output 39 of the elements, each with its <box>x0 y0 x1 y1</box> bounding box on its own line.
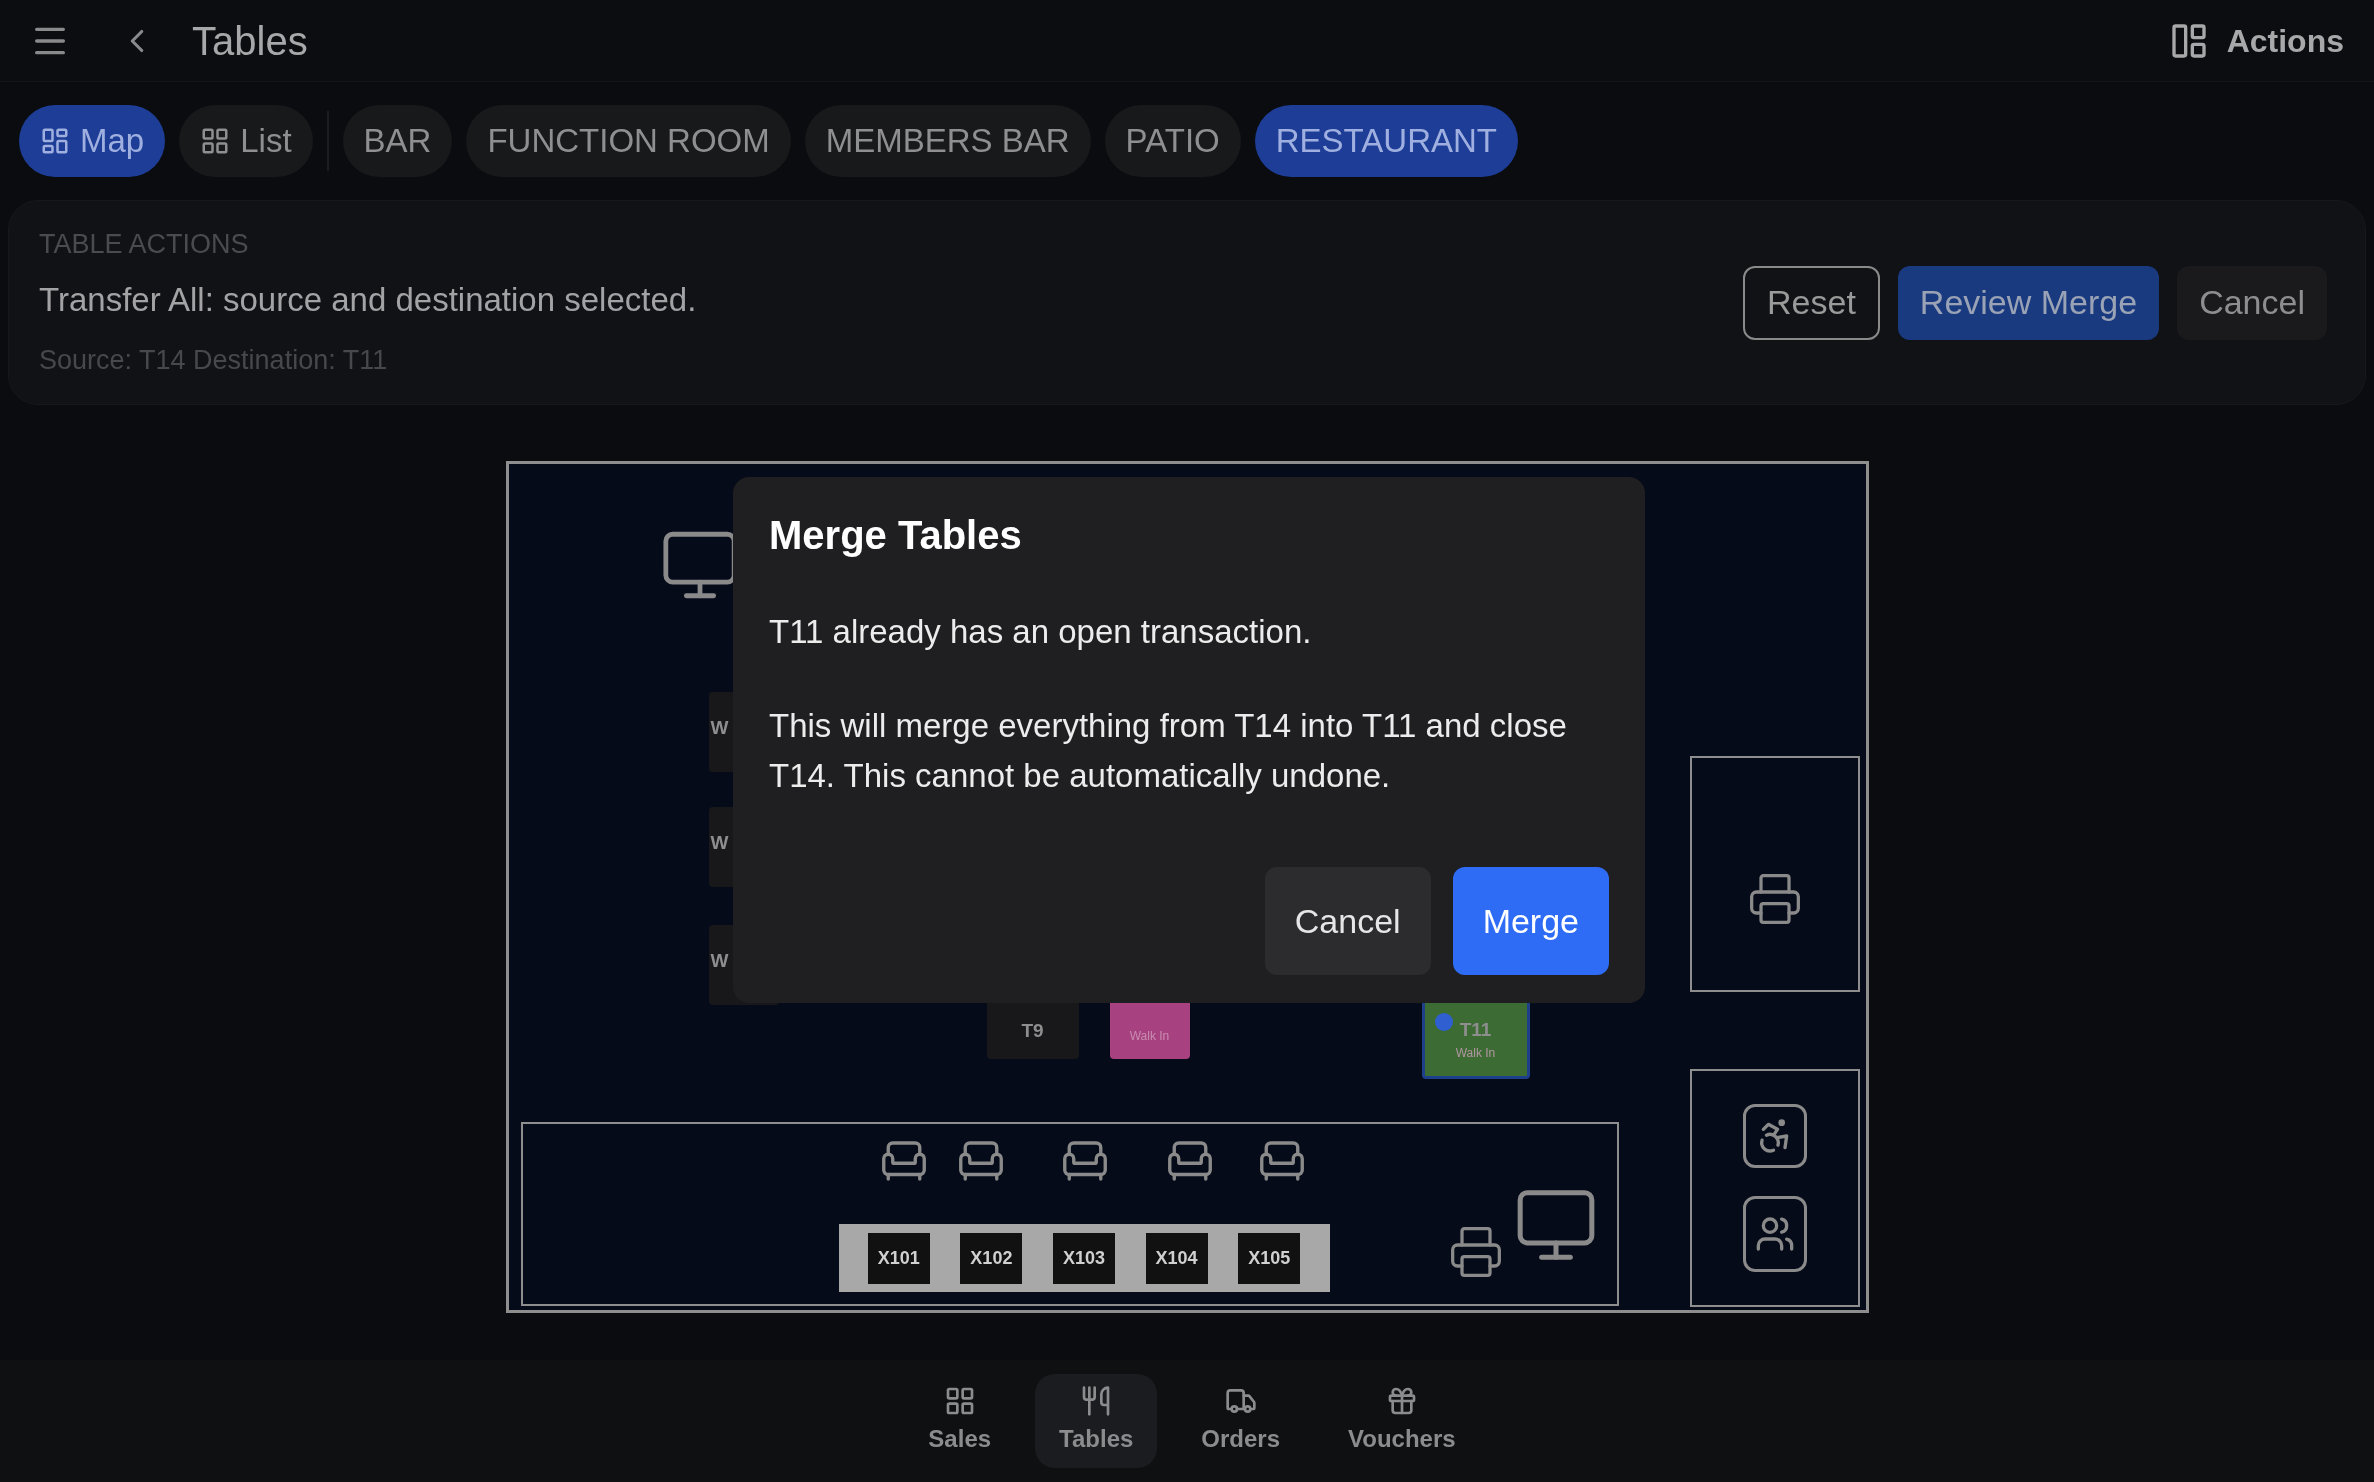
action-button[interactable]: Reset <box>1743 265 1880 340</box>
bar-seat[interactable]: X105 <box>1238 1232 1301 1284</box>
tab[interactable]: List <box>179 105 313 177</box>
dialog-message: T11 already has an open transaction. <box>769 612 1313 652</box>
bar-seat[interactable]: X101 <box>867 1232 930 1284</box>
people-icon <box>1742 1196 1807 1272</box>
bar-seat[interactable]: X104 <box>1145 1232 1208 1284</box>
table-label: T9 <box>1021 1018 1044 1043</box>
nav-item[interactable]: Tables <box>1035 1374 1158 1468</box>
table-label: W <box>709 715 729 740</box>
section-heading: TABLE ACTIONS <box>39 228 250 262</box>
nav-item[interactable]: Vouchers <box>1324 1374 1480 1468</box>
grid-icon <box>200 126 231 156</box>
nav-item[interactable]: Orders <box>1177 1374 1305 1468</box>
accessibility-icon <box>1742 1104 1807 1168</box>
actions-button[interactable]: Actions <box>2168 16 2344 65</box>
table-label: W <box>709 830 729 855</box>
dialog-title: Merge Tables <box>769 512 1023 559</box>
dialog-button[interactable]: Merge <box>1452 867 1609 975</box>
dialog-message: This will merge everything from T14 into T11 and close T14. This cannot be automatically undone. <box>769 706 1568 796</box>
table-subtitle: Walk In <box>1455 1045 1496 1062</box>
nav-item[interactable]: Sales <box>904 1374 1016 1468</box>
tab[interactable]: BAR <box>342 105 453 177</box>
status-message: Transfer All: source and destination selected. <box>39 279 697 320</box>
tab[interactable]: MEMBERS BAR <box>804 105 1091 177</box>
tab[interactable]: Map <box>19 105 166 177</box>
bar-seat[interactable]: X103 <box>1052 1232 1115 1284</box>
bar-seat[interactable]: X102 <box>960 1232 1023 1284</box>
dialog-button[interactable]: Cancel <box>1264 867 1431 975</box>
tab[interactable]: PATIO <box>1104 105 1241 177</box>
action-button[interactable]: Cancel <box>2177 265 2327 340</box>
tab[interactable]: FUNCTION ROOM <box>466 105 791 177</box>
page-title: Tables <box>192 17 308 65</box>
table-label: W <box>709 948 729 973</box>
tab[interactable]: RESTAURANT <box>1254 105 1518 177</box>
layout-icon <box>40 126 70 156</box>
action-button[interactable]: Review Merge <box>1897 265 2160 340</box>
table-subtitle: Walk In <box>1129 1028 1170 1045</box>
table-label: T11 <box>1459 1017 1492 1042</box>
